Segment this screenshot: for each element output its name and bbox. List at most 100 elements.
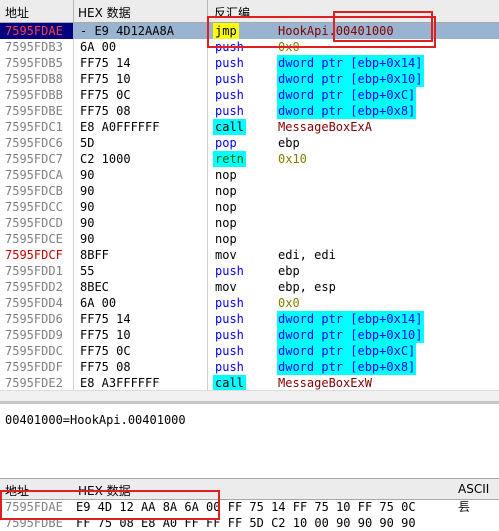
dump-row[interactable]: 7595FDAE E9 4D 12 AA 8A 6A 00 FF 75 14 F… (0, 499, 499, 515)
dump-address: 7595FDAE (5, 500, 63, 514)
row-hex: 90 (80, 216, 95, 230)
disasm-row[interactable]: 7595FDD2 8BEC mov ebp, esp (0, 279, 499, 295)
row-address: 7595FDB3 (5, 40, 63, 54)
row-mnemonic: pop (215, 136, 237, 150)
dump-col-ascii-header[interactable]: ASCII (458, 482, 489, 496)
row-address: 7595FDBE (5, 104, 63, 118)
row-mnemonic: nop (215, 184, 237, 198)
dump-address: 7595FDBE (5, 516, 63, 530)
row-mnemonic: push (215, 360, 244, 374)
row-address: 7595FDB8 (5, 72, 63, 86)
disasm-row[interactable]: 7595FDCF 8BFF mov edi, edi (0, 247, 499, 263)
row-address: 7595FDD9 (5, 328, 63, 342)
row-mnemonic: retn (213, 151, 246, 167)
disasm-row[interactable]: 7595FDDF FF75 08 push dword ptr [ebp+0x8] (0, 359, 499, 375)
row-mnemonic: jmp (213, 23, 239, 39)
row-address: 7595FDCA (5, 168, 63, 182)
disasm-row[interactable]: 7595FDCA 90 nop (0, 167, 499, 183)
disasm-row[interactable]: 7595FDD9 FF75 10 push dword ptr [ebp+0x10] (0, 327, 499, 343)
dump-col-address-header[interactable]: 地址 (5, 482, 29, 499)
dump-col-hex-header[interactable]: HEX 数据 (78, 482, 131, 499)
row-hex: FF75 08 (80, 104, 131, 118)
row-address: 7595FDCB (5, 184, 63, 198)
disasm-header: 地址 HEX 数据 反汇编 (0, 0, 499, 23)
row-address: 7595FDD2 (5, 280, 63, 294)
row-mnemonic: nop (215, 168, 237, 182)
row-hex: 8BFF (80, 248, 109, 262)
row-address: 7595FDBB (5, 88, 63, 102)
disasm-row[interactable]: 7595FDCC 90 nop (0, 199, 499, 215)
disasm-row[interactable]: 7595FDD4 6A 00 push 0x0 (0, 295, 499, 311)
info-pane: 00401000=HookApi.00401000 (0, 401, 499, 474)
row-address: 7595FDC6 (5, 136, 63, 150)
row-address: 7595FDB5 (5, 56, 63, 70)
disasm-row[interactable]: 7595FDAE - E9 4D12AA8A jmp HookApi.00401000 (0, 23, 499, 39)
horizontal-scrollbar[interactable] (0, 390, 499, 401)
disasm-row[interactable]: 7595FDBB FF75 0C push dword ptr [ebp+0xC] (0, 87, 499, 103)
row-operand: dword ptr [ebp+0x14] (277, 311, 424, 327)
row-operand: ebp, esp (278, 280, 336, 294)
disasm-row[interactable]: 7595FDC6 5D pop ebp (0, 135, 499, 151)
disasm-row[interactable]: 7595FDD1 55 push ebp (0, 263, 499, 279)
row-operand: dword ptr [ebp+0x14] (277, 55, 424, 71)
disasm-row[interactable]: 7595FDBE FF75 08 push dword ptr [ebp+0x8] (0, 103, 499, 119)
row-hex: 5D (80, 136, 95, 150)
info-text: 00401000=HookApi.00401000 (5, 413, 186, 427)
row-hex: FF75 14 (80, 56, 131, 70)
row-hex: FF75 14 (80, 312, 131, 326)
col-hex-header[interactable]: HEX 数据 (78, 4, 131, 21)
disasm-row[interactable]: 7595FDC7 C2 1000 retn 0x10 (0, 151, 499, 167)
row-hex: 55 (80, 264, 95, 278)
row-hex: 90 (80, 232, 95, 246)
disasm-row[interactable]: 7595FDCD 90 nop (0, 215, 499, 231)
row-mnemonic: push (215, 40, 244, 54)
disasm-row[interactable]: 7595FDB5 FF75 14 push dword ptr [ebp+0x14] (0, 55, 499, 71)
row-mnemonic: push (215, 56, 244, 70)
row-operand: edi, edi (278, 248, 336, 262)
row-hex: FF75 08 (80, 360, 131, 374)
row-address: 7595FDAE (5, 24, 63, 38)
disasm-row[interactable]: 7595FDCE 90 nop (0, 231, 499, 247)
row-address: 7595FDCD (5, 216, 63, 230)
row-hex: FF75 10 (80, 328, 131, 342)
row-mnemonic: nop (215, 232, 237, 246)
row-operand: dword ptr [ebp+0x10] (277, 327, 424, 343)
row-hex: 8BEC (80, 280, 109, 294)
row-address: 7595FDCE (5, 232, 63, 246)
row-operand: HookApi.00401000 (278, 24, 394, 38)
row-mnemonic: push (215, 104, 244, 118)
disasm-row[interactable]: 7595FDE2 E8 A3FFFFFF call MessageBoxExW (0, 375, 499, 391)
row-hex: 6A 00 (80, 40, 117, 54)
disasm-row[interactable]: 7595FDDC FF75 0C push dword ptr [ebp+0xC] (0, 343, 499, 359)
disasm-row[interactable]: 7595FDD6 FF75 14 push dword ptr [ebp+0x14] (0, 311, 499, 327)
row-hex: 90 (80, 200, 95, 214)
row-operand: ebp (278, 136, 300, 150)
col-disasm-header[interactable]: 反汇编 (214, 4, 250, 21)
dump-row[interactable]: 7595FDBE FF 75 08 E8 A0 FF FF FF 5D C2 1… (0, 515, 499, 531)
row-operand: dword ptr [ebp+0x8] (277, 103, 417, 119)
dump-hex: E9 4D 12 AA 8A 6A 00 FF 75 14 FF 75 10 F… (76, 500, 416, 514)
row-address: 7595FDD4 (5, 296, 63, 310)
row-address: 7595FDD1 (5, 264, 63, 278)
row-mnemonic: push (215, 296, 244, 310)
row-hex: FF75 10 (80, 72, 131, 86)
col-address-header[interactable]: 地址 (5, 4, 29, 21)
disasm-row[interactable]: 7595FDC1 E8 A0FFFFFF call MessageBoxExA (0, 119, 499, 135)
row-operand: 0x0 (278, 296, 300, 310)
row-operand: 0x0 (278, 40, 300, 54)
row-address: 7595FDDC (5, 344, 63, 358)
disasm-row[interactable]: 7595FDB3 6A 00 push 0x0 (0, 39, 499, 55)
row-hex: C2 1000 (80, 152, 131, 166)
row-mnemonic: call (213, 375, 246, 391)
row-mnemonic: call (213, 119, 246, 135)
row-mnemonic: nop (215, 200, 237, 214)
disasm-row[interactable]: 7595FDCB 90 nop (0, 183, 499, 199)
disasm-row[interactable]: 7595FDB8 FF75 10 push dword ptr [ebp+0x10] (0, 71, 499, 87)
row-operand: ebp (278, 264, 300, 278)
row-mnemonic: mov (215, 248, 237, 262)
dump-header: 地址 HEX 数据 ASCII (0, 478, 499, 500)
disassembly-grid[interactable]: 7595FDAE - E9 4D12AA8A jmp HookApi.00401000… (0, 23, 499, 403)
row-mnemonic: push (215, 72, 244, 86)
row-operand: dword ptr [ebp+0xC] (277, 343, 417, 359)
row-hex: FF75 0C (80, 344, 131, 358)
